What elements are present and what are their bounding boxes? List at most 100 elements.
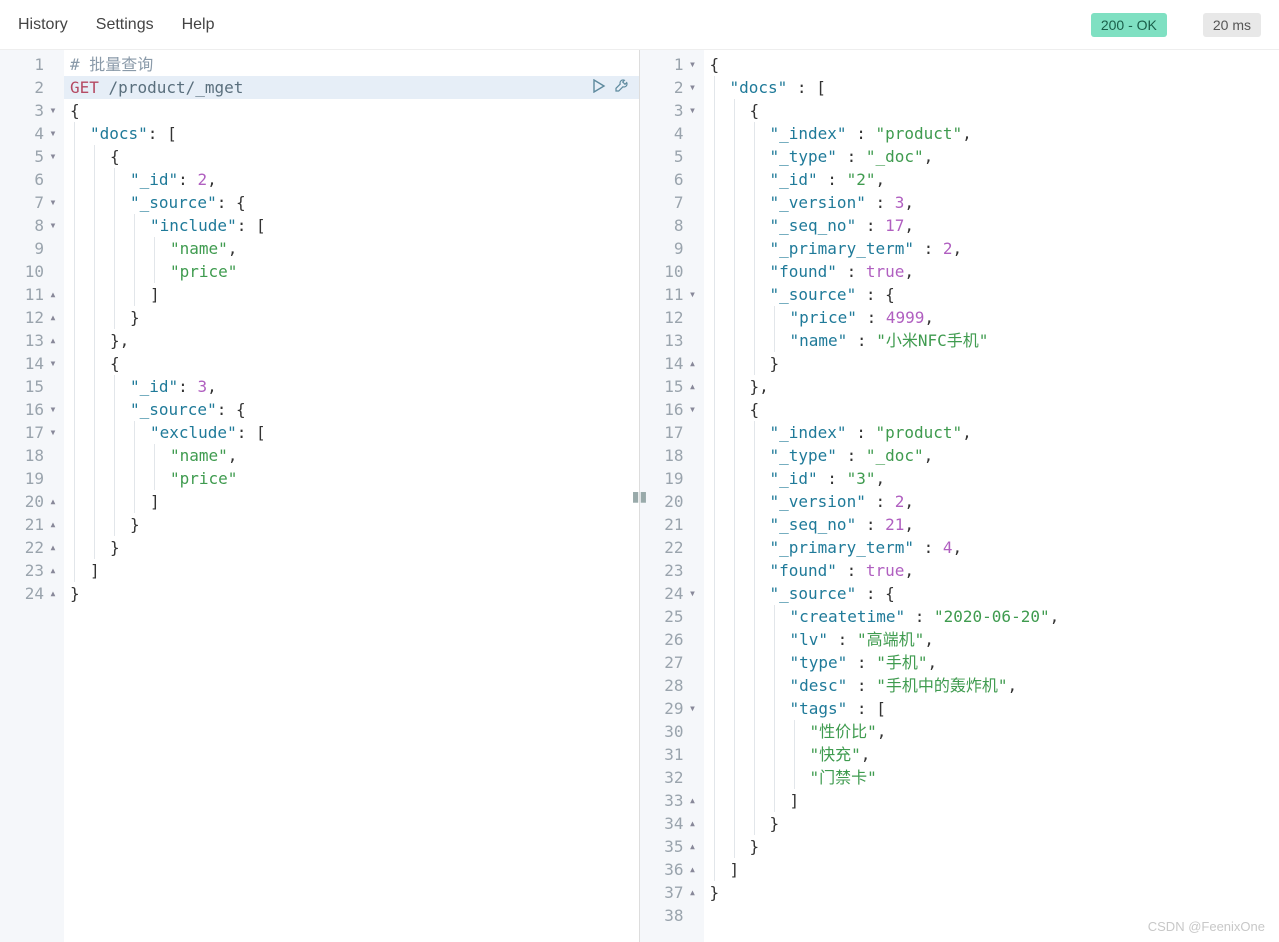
code-line[interactable]: "name",: [64, 444, 639, 467]
code-line[interactable]: {: [64, 352, 639, 375]
gutter-row: 34▴: [640, 812, 700, 835]
code-line: "desc" : "手机中的轰炸机",: [704, 674, 1279, 697]
request-gutter: 123▾4▾5▾67▾8▾91011▴12▴13▴14▾1516▾17▾1819…: [0, 50, 64, 942]
code-line[interactable]: # 批量查询: [64, 53, 639, 76]
fold-toggle[interactable]: ▾: [686, 76, 700, 99]
fold-toggle[interactable]: ▴: [46, 513, 60, 536]
fold-toggle[interactable]: ▾: [46, 145, 60, 168]
code-line: "_source" : {: [704, 582, 1279, 605]
gutter-row: 17: [640, 421, 700, 444]
gutter-row: 5▾: [0, 145, 60, 168]
code-line: "tags" : [: [704, 697, 1279, 720]
fold-toggle[interactable]: ▾: [46, 352, 60, 375]
gutter-row: 21: [640, 513, 700, 536]
request-editor[interactable]: # 批量查询GET /product/_mget{"docs": [{"_id"…: [64, 50, 639, 942]
menu-help[interactable]: Help: [182, 16, 215, 34]
fold-toggle[interactable]: ▾: [686, 582, 700, 605]
code-line[interactable]: ]: [64, 559, 639, 582]
code-line[interactable]: },: [64, 329, 639, 352]
gutter-row: 23▴: [0, 559, 60, 582]
gutter-row: 11▴: [0, 283, 60, 306]
response-viewer: {"docs" : [{"_index" : "product","_type"…: [704, 50, 1279, 942]
fold-toggle[interactable]: ▴: [686, 881, 700, 904]
fold-toggle[interactable]: ▾: [686, 697, 700, 720]
code-line[interactable]: "_source": {: [64, 191, 639, 214]
code-line: {: [704, 53, 1279, 76]
gutter-row: 7▾: [0, 191, 60, 214]
menu-history[interactable]: History: [18, 16, 68, 34]
code-line: "_source" : {: [704, 283, 1279, 306]
code-line[interactable]: {: [64, 145, 639, 168]
gutter-row: 16▾: [0, 398, 60, 421]
gutter-row: 19: [640, 467, 700, 490]
code-line: "price" : 4999,: [704, 306, 1279, 329]
code-line[interactable]: "_source": {: [64, 398, 639, 421]
gutter-row: 12▴: [0, 306, 60, 329]
gutter-row: 13▴: [0, 329, 60, 352]
fold-toggle[interactable]: ▴: [46, 490, 60, 513]
fold-toggle[interactable]: ▴: [686, 812, 700, 835]
fold-toggle[interactable]: ▾: [46, 398, 60, 421]
code-line[interactable]: "name",: [64, 237, 639, 260]
fold-toggle[interactable]: ▴: [686, 352, 700, 375]
fold-toggle[interactable]: ▴: [686, 375, 700, 398]
splitter-handle[interactable]: ▮▮: [633, 481, 647, 511]
fold-toggle[interactable]: ▴: [46, 559, 60, 582]
code-line[interactable]: "include": [: [64, 214, 639, 237]
gutter-row: 24▾: [640, 582, 700, 605]
fold-toggle[interactable]: ▾: [686, 398, 700, 421]
fold-toggle[interactable]: ▾: [686, 53, 700, 76]
code-line[interactable]: }: [64, 306, 639, 329]
code-line[interactable]: "_id": 2,: [64, 168, 639, 191]
code-line[interactable]: }: [64, 513, 639, 536]
code-line[interactable]: }: [64, 536, 639, 559]
fold-toggle[interactable]: ▾: [686, 283, 700, 306]
code-line[interactable]: {: [64, 99, 639, 122]
code-line[interactable]: "_id": 3,: [64, 375, 639, 398]
fold-toggle[interactable]: ▴: [686, 858, 700, 881]
timing-badge: 20 ms: [1203, 13, 1261, 37]
menu-settings[interactable]: Settings: [96, 16, 154, 34]
gutter-row: 27: [640, 651, 700, 674]
fold-toggle[interactable]: ▾: [46, 99, 60, 122]
gutter-row: 14▴: [640, 352, 700, 375]
gutter-row: 2: [0, 76, 60, 99]
fold-toggle[interactable]: ▾: [46, 122, 60, 145]
fold-toggle[interactable]: ▴: [46, 582, 60, 605]
code-line[interactable]: "price": [64, 260, 639, 283]
gutter-row: 5: [640, 145, 700, 168]
fold-toggle[interactable]: ▾: [686, 99, 700, 122]
gutter-row: 4: [640, 122, 700, 145]
code-line[interactable]: "exclude": [: [64, 421, 639, 444]
gutter-row: 28: [640, 674, 700, 697]
fold-toggle[interactable]: ▾: [46, 421, 60, 444]
code-line[interactable]: "price": [64, 467, 639, 490]
gutter-row: 8▾: [0, 214, 60, 237]
code-line: "_id" : "3",: [704, 467, 1279, 490]
code-line: }: [704, 881, 1279, 904]
code-line[interactable]: GET /product/_mget: [64, 76, 639, 99]
fold-toggle[interactable]: ▴: [46, 329, 60, 352]
fold-toggle[interactable]: ▾: [46, 214, 60, 237]
wrench-icon[interactable]: [614, 76, 629, 99]
code-line: "_type" : "_doc",: [704, 145, 1279, 168]
fold-toggle[interactable]: ▴: [46, 306, 60, 329]
gutter-row: 20▴: [0, 490, 60, 513]
code-line[interactable]: ]: [64, 283, 639, 306]
gutter-row: 11▾: [640, 283, 700, 306]
code-line[interactable]: "docs": [: [64, 122, 639, 145]
gutter-row: 4▾: [0, 122, 60, 145]
fold-toggle[interactable]: ▴: [686, 835, 700, 858]
run-icon[interactable]: [592, 76, 606, 99]
workspace: 123▾4▾5▾67▾8▾91011▴12▴13▴14▾1516▾17▾1819…: [0, 50, 1279, 942]
code-line[interactable]: ]: [64, 490, 639, 513]
fold-toggle[interactable]: ▴: [686, 789, 700, 812]
fold-toggle[interactable]: ▴: [46, 283, 60, 306]
fold-toggle[interactable]: ▾: [46, 191, 60, 214]
response-pane[interactable]: 1▾2▾3▾4567891011▾121314▴15▴16▾1718192021…: [640, 50, 1279, 942]
gutter-row: 1: [0, 53, 60, 76]
request-pane[interactable]: 123▾4▾5▾67▾8▾91011▴12▴13▴14▾1516▾17▾1819…: [0, 50, 640, 942]
code-line[interactable]: }: [64, 582, 639, 605]
code-line: "门禁卡": [704, 766, 1279, 789]
fold-toggle[interactable]: ▴: [46, 536, 60, 559]
